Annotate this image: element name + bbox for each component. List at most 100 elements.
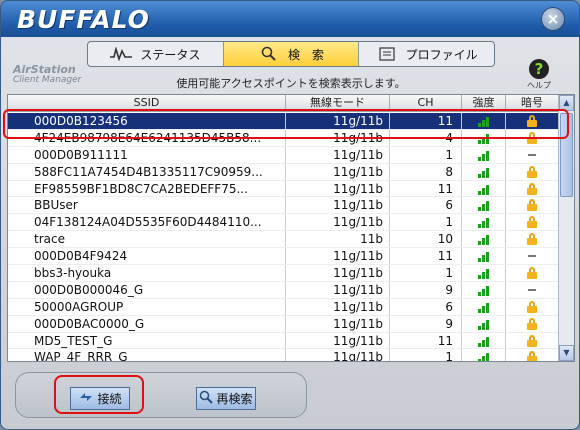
mode-cell: 11g/11b xyxy=(286,197,390,214)
ssid-cell: trace xyxy=(8,231,286,248)
tab-search-label: 検 索 xyxy=(288,47,325,62)
table-row[interactable]: WAP_4F_RRR_G 11g/11b 1 xyxy=(8,349,558,361)
lock-icon xyxy=(527,199,537,212)
mode-cell: 11g/11b xyxy=(286,332,390,349)
selected-row-highlight xyxy=(3,109,569,139)
channel-cell: 10 xyxy=(390,231,462,248)
lock-icon xyxy=(527,317,537,330)
encryption-cell xyxy=(506,316,558,332)
channel-cell: 1 xyxy=(390,214,462,231)
signal-strength-icon xyxy=(478,233,489,246)
mode-cell: 11g/11b xyxy=(286,281,390,298)
table-row[interactable]: 588FC11A7454D4B1335117C90959... 11g/11b 8 xyxy=(8,163,558,181)
help-button[interactable]: ? ヘルプ xyxy=(519,59,559,91)
tab-search[interactable]: 検 索 xyxy=(223,42,360,66)
channel-cell: 11 xyxy=(390,180,462,197)
table-row[interactable]: 000D0B4F9424 11g/11b 11 xyxy=(8,248,558,266)
ssid-cell: bbs3-hyouka xyxy=(8,265,286,281)
table-row[interactable]: EF98559BF1BD8C7CA2BEDEFF75... 11g/11b 11 xyxy=(8,180,558,198)
table-row[interactable]: trace 11b 10 xyxy=(8,231,558,249)
lock-icon xyxy=(527,233,537,246)
channel-cell: 8 xyxy=(390,163,462,180)
signal-cell xyxy=(462,146,506,163)
no-encryption-icon xyxy=(528,288,536,291)
signal-strength-icon xyxy=(478,166,489,178)
signal-cell xyxy=(462,197,506,214)
signal-cell xyxy=(462,231,506,248)
signal-cell xyxy=(462,349,506,361)
channel-cell: 9 xyxy=(390,281,462,298)
mode-cell: 11g/11b xyxy=(286,349,390,361)
ssid-cell: 000D0B000046_G xyxy=(8,281,286,298)
tab-bar: ステータス 検 索 プロファイル xyxy=(87,41,495,67)
channel-cell: 1 xyxy=(390,349,462,361)
channel-cell: 11 xyxy=(390,248,462,265)
no-encryption-icon xyxy=(528,255,536,258)
tab-status-label: ステータス xyxy=(140,47,201,62)
table-row[interactable]: BBUser 11g/11b 6 xyxy=(8,197,558,215)
ssid-cell: BBUser xyxy=(8,197,286,214)
channel-cell: 9 xyxy=(390,315,462,332)
tab-profile[interactable]: プロファイル xyxy=(359,42,494,66)
rescan-button[interactable]: 再検索 xyxy=(196,387,256,410)
signal-cell xyxy=(462,163,506,180)
signal-strength-icon xyxy=(478,301,489,313)
signal-strength-icon xyxy=(478,183,489,195)
mode-cell: 11g/11b xyxy=(286,214,390,231)
scroll-down-button[interactable]: ▼ xyxy=(559,345,574,361)
signal-cell xyxy=(462,281,506,298)
table-row[interactable]: 000D0B000046_G 11g/11b 9 xyxy=(8,281,558,299)
waveform-icon xyxy=(110,46,133,62)
mode-cell: 11g/11b xyxy=(286,163,390,180)
mode-cell: 11b xyxy=(286,231,390,248)
encryption-cell xyxy=(506,181,558,197)
tab-status[interactable]: ステータス xyxy=(88,42,224,66)
ssid-cell: MD5_TEST_G xyxy=(8,332,286,349)
channel-cell: 1 xyxy=(390,146,462,163)
hint-text: 使用可能アクセスポイントを検索表示します。 xyxy=(176,77,406,90)
signal-cell xyxy=(462,332,506,349)
buffalo-logo: BUFFALO xyxy=(17,5,150,34)
ssid-cell: 04F138124A04D5535F60D4484110... xyxy=(8,214,286,231)
lock-icon xyxy=(527,165,537,178)
signal-strength-icon xyxy=(478,335,489,347)
lock-icon xyxy=(527,266,537,279)
signal-strength-icon xyxy=(478,250,489,263)
signal-cell xyxy=(462,265,506,281)
encryption-cell xyxy=(506,282,558,298)
help-label: ヘルプ xyxy=(527,81,551,90)
signal-cell xyxy=(462,248,506,265)
encryption-cell xyxy=(506,214,558,230)
table-row[interactable]: bbs3-hyouka 11g/11b 1 xyxy=(8,265,558,282)
lock-icon xyxy=(527,334,537,347)
channel-cell: 11 xyxy=(390,332,462,349)
table-row[interactable]: 50000AGROUP 11g/11b 6 xyxy=(8,298,558,316)
lock-icon xyxy=(527,351,537,361)
title-bar: BUFFALO × xyxy=(1,1,579,37)
lock-icon xyxy=(527,300,537,313)
signal-strength-icon xyxy=(478,318,489,330)
table-row[interactable]: 000D0BAC0000_G 11g/11b 9 xyxy=(8,315,558,333)
help-icon: ? xyxy=(529,59,549,79)
mode-cell: 11g/11b xyxy=(286,298,390,315)
signal-cell xyxy=(462,180,506,197)
signal-strength-icon xyxy=(478,284,489,296)
mode-cell: 11g/11b xyxy=(286,146,390,163)
brand-line1: AirStation xyxy=(13,63,76,76)
channel-cell: 6 xyxy=(390,197,462,214)
encryption-cell xyxy=(506,231,558,247)
encryption-cell xyxy=(506,333,558,349)
signal-strength-icon xyxy=(478,149,489,161)
table-row[interactable]: 04F138124A04D5535F60D4484110... 11g/11b 1 xyxy=(8,214,558,232)
encryption-cell xyxy=(506,147,558,163)
signal-cell xyxy=(462,214,506,231)
channel-cell: 6 xyxy=(390,298,462,315)
tab-profile-label: プロファイル xyxy=(405,47,478,62)
table-row[interactable]: MD5_TEST_G 11g/11b 11 xyxy=(8,332,558,350)
close-button[interactable]: × xyxy=(541,7,565,31)
table-row[interactable]: 000D0B911111 11g/11b 1 xyxy=(8,146,558,164)
profile-list-icon xyxy=(376,46,398,62)
signal-cell xyxy=(462,315,506,332)
signal-strength-icon xyxy=(478,216,489,229)
rescan-label: 再検索 xyxy=(216,392,253,406)
